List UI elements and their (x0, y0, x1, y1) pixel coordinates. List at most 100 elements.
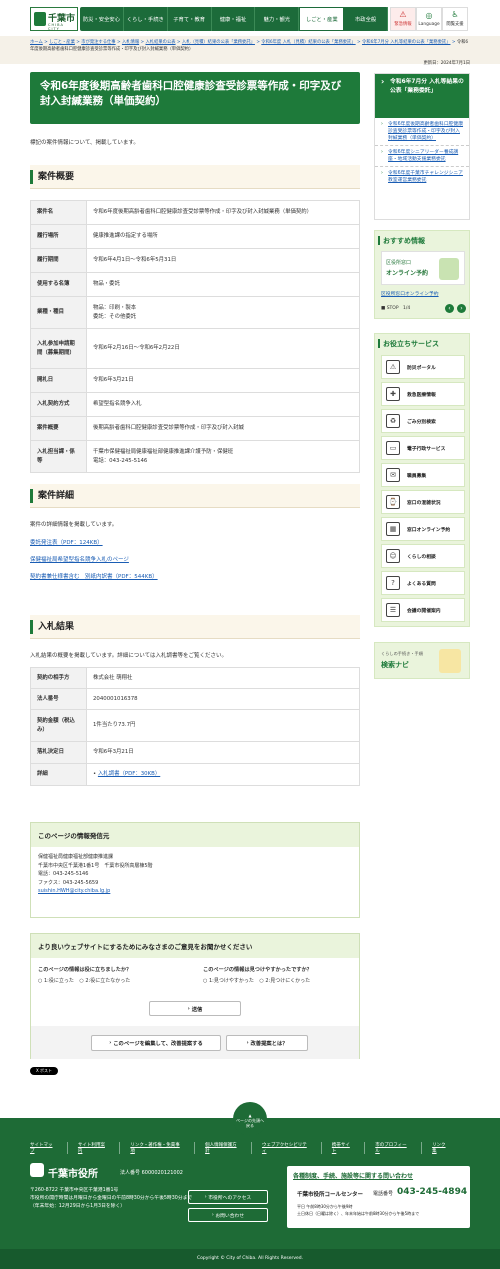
row-key: 履行場所 (30, 224, 87, 249)
table-row: 法人番号 2040001016378 (30, 688, 360, 710)
recommend-banner[interactable]: 区役所窓口 オンライン予約 (381, 251, 465, 285)
city-emblem-icon (30, 1163, 44, 1177)
service-meetings[interactable]: ☰ 会議の開催案内 (381, 598, 465, 622)
radio-useful[interactable]: ○ 1:役に立った (38, 978, 74, 984)
recommend-link[interactable]: 区役所窓口オンライン予約 (381, 290, 439, 297)
breadcrumb-link[interactable]: しごと・産業 (49, 40, 75, 45)
warning-icon: ⚠ (399, 10, 407, 19)
service-e-gov[interactable]: ▭ 電子行政サービス (381, 436, 465, 460)
language-button[interactable]: ◎ Language (416, 7, 442, 31)
breadcrumb-link[interactable]: 入札結果の公表 (145, 40, 175, 45)
stop-button[interactable]: ■ STOP (381, 306, 399, 311)
detail-link[interactable]: 保健福祉局希望型指名競争入札のページ (30, 555, 129, 563)
footer-link[interactable]: サイト利用案内 (78, 1142, 121, 1154)
survey-box: より良いウェブサイトにするためにみなさまのご意見をお聞かせください このページの… (30, 933, 360, 1059)
contact-line: 電話：043-245-5146 (38, 871, 89, 877)
breadcrumb-link[interactable]: 令和6年7月分 入札等結果の公表「業務委託」 (362, 40, 450, 45)
accessibility-button[interactable]: ♿ 閲覧支援 (442, 7, 468, 31)
row-key: 入札担当課・係等 (30, 440, 87, 473)
radio-not-useful[interactable]: ○ 2:役に立たなかった (79, 978, 130, 984)
submit-button[interactable]: › 送信 (149, 1001, 241, 1016)
crowd-icon: ⌚ (386, 495, 400, 509)
breadcrumb-link[interactable]: 市が発注する仕事 (81, 40, 115, 45)
city-logo[interactable]: 千葉市 CHIBA CITY (30, 7, 78, 31)
prev-icon[interactable]: ‹ (445, 304, 454, 313)
access-button[interactable]: › 市役所へのアクセス (188, 1190, 268, 1204)
service-faq[interactable]: ? よくある質問 (381, 571, 465, 595)
radio-hard[interactable]: ○ 2:見つけにくかった (259, 978, 310, 984)
language-label: Language (418, 21, 440, 27)
nav-item-city[interactable]: 市政全般 (344, 7, 389, 31)
footer-link[interactable]: リンク・著作権・免責事項 (130, 1142, 196, 1154)
nav-item-health[interactable]: 健康・福祉 (212, 7, 256, 31)
row-value: 2040001016378 (86, 688, 360, 710)
navi-subtitle: くらしの手続き・手順 (381, 651, 423, 656)
site-footer: ▲ ページの先頭へ戻る サイトマップ サイト利用案内 リンク・著作権・免責事項 個… (0, 1102, 500, 1269)
service-reservation[interactable]: ▦ 窓口オンライン予約 (381, 517, 465, 541)
service-recruit[interactable]: ✉ 職員募集 (381, 463, 465, 487)
nav-item-tourism[interactable]: 魅力・観光 (255, 7, 300, 31)
edit-suggest-button[interactable]: › このページを編集して、改善提案する (91, 1035, 221, 1051)
sidebar-related-item[interactable]: 令和6年度千葉市チャレンジシニア教室運営業務委託 (375, 167, 469, 187)
contact-line: 千葉市中央区千葉港1番1号 千葉市役所高層棟5階 (38, 862, 153, 869)
breadcrumb-link[interactable]: 入札（見積）結果の公表「業務委託」 (182, 40, 255, 45)
page-top-label: ページの先頭へ戻る (236, 1118, 264, 1128)
row-value: 物品：印刷・製本 委託：その他委託 (86, 296, 360, 329)
footer-link[interactable]: 個人情報保護方針 (205, 1142, 252, 1154)
table-row: 詳細 • 入札調書（PDF：30KB） (30, 763, 360, 786)
section-heading-result: 入札結果 (30, 615, 360, 639)
radio-easy[interactable]: ○ 1:見つけやすかった (203, 978, 254, 984)
footer-link[interactable]: 携帯サイト (332, 1142, 366, 1154)
table-row: 案件名 令和6年度後期高齢者歯科口腔健康診査受診票等作成・印字及び封入封緘業務（単… (30, 200, 360, 225)
service-garbage[interactable]: ♻ ごみ分別検索 (381, 409, 465, 433)
row-key: 入札契約方式 (30, 392, 87, 417)
service-consult[interactable]: ☺ くらしの相談 (381, 544, 465, 568)
globe-icon: ◎ (425, 10, 433, 20)
improve-about-button[interactable]: › 改善提案とは？ (226, 1035, 308, 1051)
footer-link[interactable]: ウェブアクセシビリティ (262, 1142, 322, 1154)
service-label: 救急医療情報 (407, 392, 436, 398)
row-value: 令和6年2月16日～令和6年2月22日 (86, 328, 360, 369)
footer-link[interactable]: サイトマップ (30, 1142, 68, 1154)
footer-link[interactable]: リンク集 (432, 1142, 460, 1154)
nav-item-education[interactable]: 子育て・教育 (168, 7, 212, 31)
result-table: 契約の相手方 株式会社 萌翔社 法人番号 2040001016378 契約金額（税込… (30, 667, 360, 786)
sidebar-related-item[interactable]: 令和6年度シニアリーダー養成講座・地域活動支援業務委託 (375, 146, 469, 167)
breadcrumb-link[interactable]: ホーム (30, 40, 43, 45)
result-detail-link[interactable]: 入札調書（PDF：30KB） (98, 771, 160, 777)
call-number[interactable]: 043-245-4894 (397, 1187, 467, 1197)
next-icon[interactable]: › (457, 304, 466, 313)
row-value: 後期高齢者歯科口腔健康診査受診票等作成・印字及び封入封緘 (86, 416, 360, 441)
breadcrumb-link[interactable]: 令和6年度 入札（見積）結果の公表「業務委託」 (261, 40, 355, 45)
banner-text: 区役所窓口 (386, 260, 412, 266)
call-center-title[interactable]: 各種制度、手続、施設等に関する問い合わせ (293, 1171, 413, 1180)
sidebar-related-item[interactable]: 令和6年度後期高齢者歯科口腔健康診査受診票等作成・印字及び封入封緘業務（単価契約… (375, 118, 469, 146)
navi-title: 検索ナビ (381, 661, 409, 669)
breadcrumb-link[interactable]: 入札情報 (122, 40, 139, 45)
row-value-line: 千葉市保健福祉局健康福祉部健康推進課介護予防・保健班 (93, 449, 234, 455)
service-emergency-medical[interactable]: ✚ 救急医療情報 (381, 382, 465, 406)
table-row: 入札参加申請期間（募集期間） 令和6年2月16日～令和6年2月22日 (30, 328, 360, 369)
nav-item-work[interactable]: しごと・産業 (299, 7, 345, 31)
footer-office-name: 千葉市役所 (48, 1169, 98, 1180)
service-disaster[interactable]: ⚠ 防災ポータル (381, 355, 465, 379)
contact-button[interactable]: › お問い合わせ (188, 1208, 268, 1222)
contact-email-link[interactable]: suishin.HWH@city.chiba.lg.jp (38, 888, 110, 894)
row-key: 使用する名簿 (30, 272, 87, 297)
detail-link[interactable]: 契約書兼仕様書含む 別紙内訳書（PDF：544KB） (30, 572, 158, 580)
search-navi-banner[interactable]: くらしの手続き・手順 検索ナビ (374, 642, 470, 679)
radio-label: 2:役に立たなかった (85, 978, 131, 984)
emergency-label: 緊急情報 (394, 22, 412, 27)
emergency-button[interactable]: ⚠ 緊急情報 (390, 7, 416, 31)
improve-about-label: 改善提案とは？ (250, 1041, 288, 1047)
service-label: よくある質問 (407, 581, 436, 587)
nav-item-safety[interactable]: 防災・安全安心 (80, 7, 124, 31)
nav-item-life[interactable]: くらし・手続き (124, 7, 168, 31)
footer-link[interactable]: 市のプロフィール (375, 1142, 423, 1154)
x-post-button[interactable]: X ポスト (30, 1067, 58, 1075)
detail-link[interactable]: 委託発注表（PDF：124KB） (30, 538, 103, 546)
service-crowd[interactable]: ⌚ 窓口の混雑状況 (381, 490, 465, 514)
page-top-button[interactable]: ▲ ページの先頭へ戻る (233, 1102, 267, 1136)
stop-label: STOP (386, 306, 399, 311)
person-illustration-icon (439, 649, 461, 673)
